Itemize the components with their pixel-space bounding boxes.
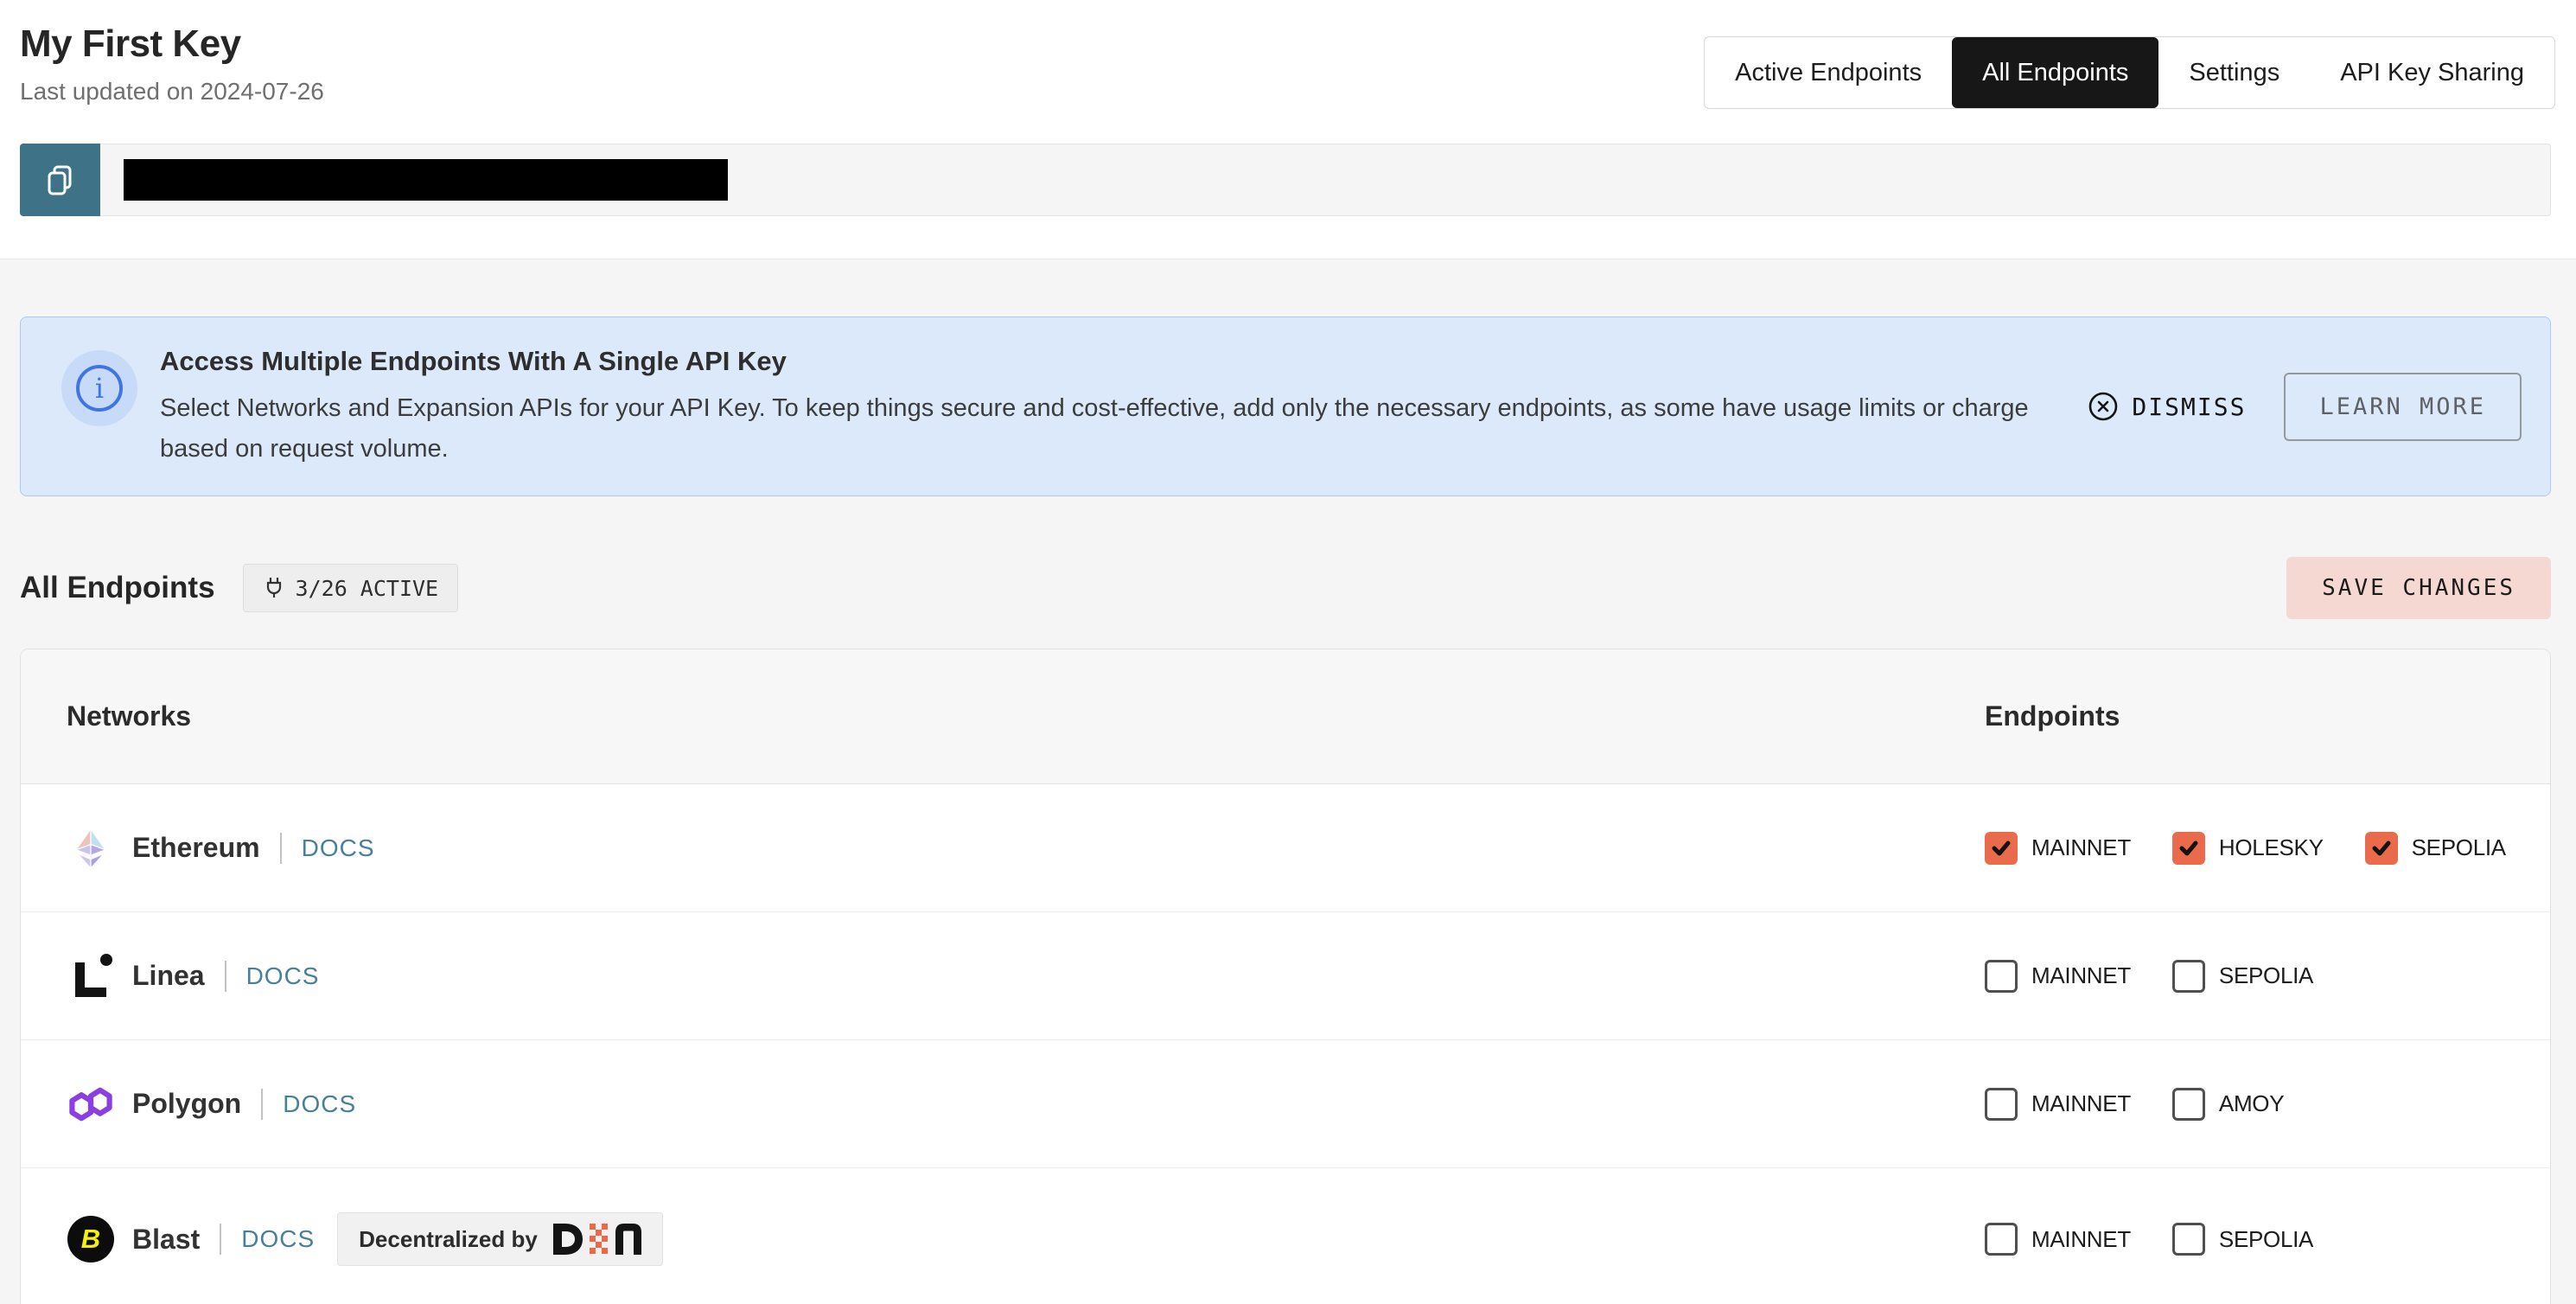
dismiss-circle-x-icon	[2088, 391, 2119, 422]
banner-title: Access Multiple Endpoints With A Single …	[160, 346, 2083, 377]
table-header-row: Networks Endpoints	[21, 649, 2550, 784]
endpoint-label: HOLESKY	[2219, 834, 2324, 861]
checkbox-ethereum-mainnet[interactable]	[1985, 832, 2018, 865]
dismiss-label: DISMISS	[2132, 393, 2246, 421]
linea-docs-link[interactable]: DOCS	[246, 962, 320, 990]
checkbox-polygon-mainnet[interactable]	[1985, 1088, 2018, 1121]
endpoints-column-header: Endpoints	[1985, 700, 2120, 732]
table-row-polygon: Polygon DOCS MAINNET A	[21, 1040, 2550, 1168]
network-name: Polygon	[132, 1088, 241, 1120]
info-banner: i Access Multiple Endpoints With A Singl…	[20, 316, 2551, 496]
endpoint-option: MAINNET	[1985, 832, 2131, 865]
network-name: Blast	[132, 1224, 200, 1256]
api-key-field[interactable]	[100, 144, 2551, 216]
divider	[280, 833, 282, 864]
page-head: My First Key Last updated on 2024-07-26	[20, 22, 324, 105]
endpoint-label: AMOY	[2219, 1090, 2284, 1117]
last-updated-text: Last updated on 2024-07-26	[20, 78, 324, 105]
tab-all-endpoints[interactable]: All Endpoints	[1952, 37, 2158, 108]
checkbox-blast-mainnet[interactable]	[1985, 1223, 2018, 1256]
api-key-row	[20, 144, 2551, 216]
divider	[225, 961, 226, 992]
table-row-ethereum: Ethereum DOCS MAINNET	[21, 784, 2550, 912]
copy-api-key-button[interactable]	[20, 144, 100, 216]
checkbox-linea-sepolia[interactable]	[2172, 960, 2205, 993]
linea-icon	[67, 952, 115, 1000]
blast-docs-link[interactable]: DOCS	[241, 1225, 315, 1253]
endpoint-label: SEPOLIA	[2219, 962, 2313, 989]
endpoint-option: SEPOLIA	[2365, 832, 2506, 865]
checkbox-polygon-amoy[interactable]	[2172, 1088, 2205, 1121]
din-badge-text: Decentralized by	[359, 1226, 538, 1253]
endpoint-option: MAINNET	[1985, 960, 2131, 993]
endpoint-option: MAINNET	[1985, 1223, 2131, 1256]
network-name: Ethereum	[132, 832, 260, 864]
api-key-page: My First Key Last updated on 2024-07-26 …	[0, 0, 2576, 1304]
endpoint-label: MAINNET	[2031, 1090, 2131, 1117]
blast-icon: B	[67, 1215, 115, 1263]
save-changes-button[interactable]: SAVE CHANGES	[2286, 557, 2551, 619]
dismiss-button[interactable]: DISMISS	[2088, 391, 2246, 422]
table-row-linea: Linea DOCS MAINNET SEP	[21, 912, 2550, 1040]
ethereum-docs-link[interactable]: DOCS	[302, 834, 375, 862]
endpoint-label: MAINNET	[2031, 834, 2131, 861]
plug-icon	[263, 576, 285, 600]
endpoint-label: MAINNET	[2031, 1226, 2131, 1253]
din-logo	[552, 1224, 641, 1255]
page-title: My First Key	[20, 22, 324, 66]
banner-actions: DISMISS LEARN MORE	[2088, 373, 2522, 441]
endpoint-label: SEPOLIA	[2219, 1226, 2313, 1253]
banner-body: Select Networks and Expansion APIs for y…	[160, 388, 2083, 470]
divider	[220, 1224, 221, 1255]
endpoint-option: MAINNET	[1985, 1088, 2131, 1121]
ethereum-icon	[67, 824, 115, 873]
tab-api-key-sharing[interactable]: API Key Sharing	[2310, 37, 2554, 108]
table-row-blast: B Blast DOCS Decentralized by	[21, 1168, 2550, 1304]
learn-more-button[interactable]: LEARN MORE	[2284, 373, 2522, 441]
endpoint-label: MAINNET	[2031, 962, 2131, 989]
checkbox-ethereum-holesky[interactable]	[2172, 832, 2205, 865]
checkbox-ethereum-sepolia[interactable]	[2365, 832, 2398, 865]
endpoint-tabs: Active Endpoints All Endpoints Settings …	[1704, 36, 2555, 109]
endpoint-label: SEPOLIA	[2412, 834, 2506, 861]
endpoint-option: AMOY	[2172, 1088, 2284, 1121]
endpoint-option: HOLESKY	[2172, 832, 2324, 865]
banner-text: Access Multiple Endpoints With A Single …	[160, 346, 2083, 470]
section-title: All Endpoints	[20, 571, 215, 605]
tab-active-endpoints[interactable]: Active Endpoints	[1705, 37, 1952, 108]
decentralized-by-din-badge: Decentralized by	[337, 1212, 663, 1266]
endpoint-option: SEPOLIA	[2172, 1223, 2313, 1256]
networks-column-header: Networks	[67, 700, 191, 732]
active-count-badge: 3/26 ACTIVE	[243, 564, 459, 612]
checkbox-linea-mainnet[interactable]	[1985, 960, 2018, 993]
network-name: Linea	[132, 960, 205, 992]
copy-icon	[44, 163, 77, 196]
info-icon: i	[61, 350, 137, 426]
content-area: i Access Multiple Endpoints With A Singl…	[0, 259, 2576, 1304]
polygon-icon	[67, 1080, 115, 1128]
divider	[261, 1089, 263, 1120]
active-count-label: 3/26 ACTIVE	[296, 576, 439, 601]
tab-settings[interactable]: Settings	[2158, 37, 2310, 108]
all-endpoints-section-header: All Endpoints 3/26 ACTIVE SAVE CHANGES	[20, 557, 2551, 619]
endpoint-option: SEPOLIA	[2172, 960, 2313, 993]
checkbox-blast-sepolia[interactable]	[2172, 1223, 2205, 1256]
endpoints-table: Networks Endpoints	[20, 649, 2551, 1304]
api-key-redacted	[124, 159, 728, 201]
polygon-docs-link[interactable]: DOCS	[283, 1090, 356, 1118]
